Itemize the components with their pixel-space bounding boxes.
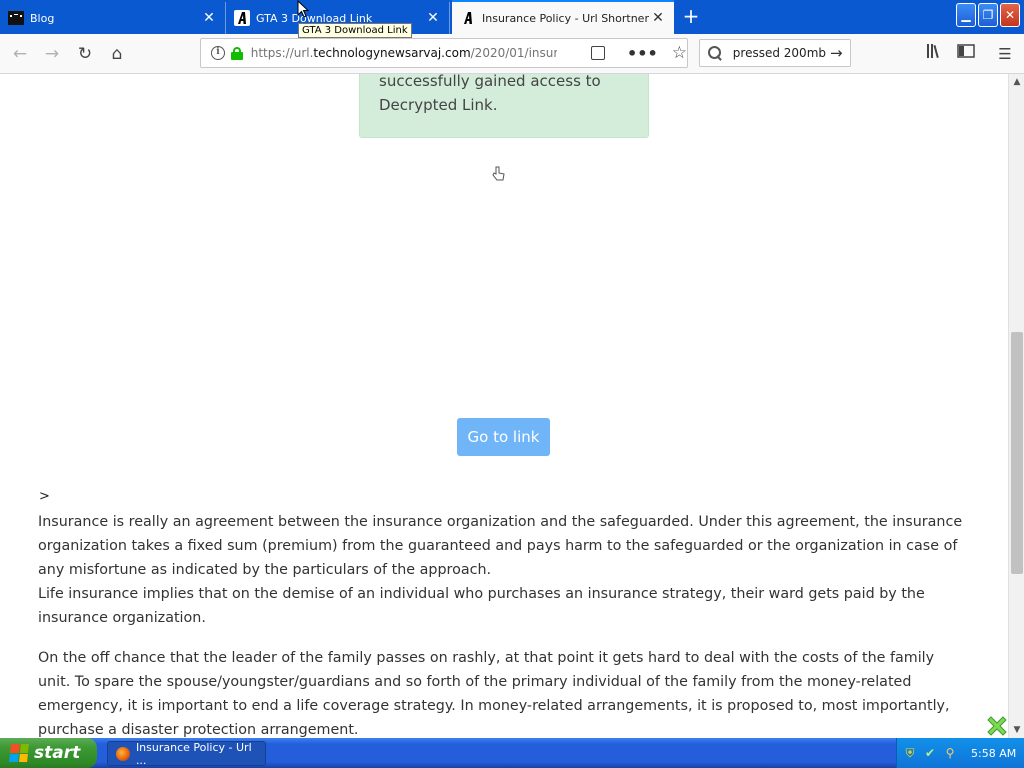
bookmark-star-icon[interactable]: ☆ [672,43,687,63]
site-logo-a-icon [234,10,250,26]
vertical-scrollbar[interactable]: ▲ ▼ [1008,74,1024,738]
system-tray: ⛨ ✔ ⚲ 5:58 AM [896,738,1024,768]
tab-tooltip: GTA 3 Download Link [298,23,412,38]
paragraph-insurance-agreement: Insurance is really an agreement between… [38,514,963,578]
windows-logo-icon [9,744,29,762]
taskbar-item-label: Insurance Policy - Url ... [135,740,252,767]
screen: Blog ✕ GTA 3 Download Link ✕ Insurance P… [0,0,1024,768]
tab-blog[interactable]: Blog ✕ [0,2,226,34]
tab-strip: Blog ✕ GTA 3 Download Link ✕ Insurance P… [0,0,1024,34]
paragraph-family-leader: On the off chance that the leader of the… [38,650,950,738]
paragraph-life-insurance: Life insurance implies that on the demis… [38,586,925,626]
page-content: successfully gained access to Decrypted … [0,74,1008,738]
taskbar-item-firefox[interactable]: Insurance Policy - Url ... [107,740,266,767]
close-tab-icon[interactable]: ✕ [425,10,441,26]
tab-insurance-policy[interactable]: Insurance Policy - Url Shortner By ✕ [452,0,674,34]
library-icon[interactable] [922,42,946,66]
reader-view-icon[interactable] [591,46,606,60]
search-icon [708,46,722,60]
security-shield-icon[interactable]: ⛨ [903,746,917,760]
home-icon[interactable]: ⌂ [103,40,131,68]
search-tray-icon[interactable]: ⚲ [943,746,957,760]
nav-toolbar: ← → ↻ ⌂ i https://url.technologynewsarva… [0,34,1024,74]
clock: 5:58 AM [971,746,1017,760]
close-tab-icon[interactable]: ✕ [650,10,666,26]
tab-title: Insurance Policy - Url Shortner By [482,11,650,25]
go-to-link-button[interactable]: Go to link [457,418,550,456]
start-label: start [34,743,81,763]
sidebar-icon[interactable] [954,42,978,66]
restore-icon[interactable]: ❐ [978,3,998,27]
window-close-icon[interactable]: ✕ [1000,3,1020,27]
search-input[interactable]: mpressed 200mb [732,46,826,60]
scroll-down-icon[interactable]: ▼ [1009,722,1024,738]
lock-icon[interactable] [230,46,243,60]
menu-hamburger-icon[interactable]: ☰ [993,42,1017,66]
firefox-icon [116,746,130,761]
success-alert: successfully gained access to Decrypted … [359,74,649,138]
close-ad-icon[interactable] [985,714,1008,738]
tab-title: Blog [30,11,55,25]
url-path: /2020/01/insura [470,46,558,60]
minimize-icon[interactable]: ▁ [956,3,976,27]
mouse-cursor-icon [297,0,310,22]
reload-icon[interactable]: ↻ [71,40,99,68]
back-icon[interactable]: ← [6,40,34,68]
url-text[interactable]: https://url.technologynewsarvaj.com/2020… [251,46,557,60]
site-logo-a-icon [460,10,476,26]
url-prefix: https://url. [250,46,314,60]
forward-icon[interactable]: → [38,40,66,68]
start-button[interactable]: start [0,738,97,768]
alert-text-line1: successfully gained access to [379,74,601,90]
gt-marker: > [39,489,50,504]
search-go-icon[interactable]: → [830,44,843,62]
scroll-up-icon[interactable]: ▲ [1009,74,1024,90]
new-tab-icon[interactable]: + [678,4,704,30]
page-actions-icon[interactable]: ••• [627,44,658,63]
blog-favicon-icon [8,10,24,26]
taskbar: start Insurance Policy - Url ... ⛨ ✔ ⚲ 5… [0,738,1024,768]
search-bar[interactable]: mpressed 200mb → [699,39,851,67]
scrollbar-thumb[interactable] [1011,332,1023,574]
site-info-icon[interactable]: i [211,46,225,60]
url-bar[interactable]: i https://url.technologynewsarvaj.com/20… [200,38,688,68]
hand-pointer-icon [491,166,505,186]
close-tab-icon[interactable]: ✕ [201,10,217,26]
url-domain: technologynewsarvaj.com [313,46,471,60]
network-icon[interactable]: ✔ [923,746,937,760]
alert-text-line2: Decrypted Link. [379,96,498,114]
